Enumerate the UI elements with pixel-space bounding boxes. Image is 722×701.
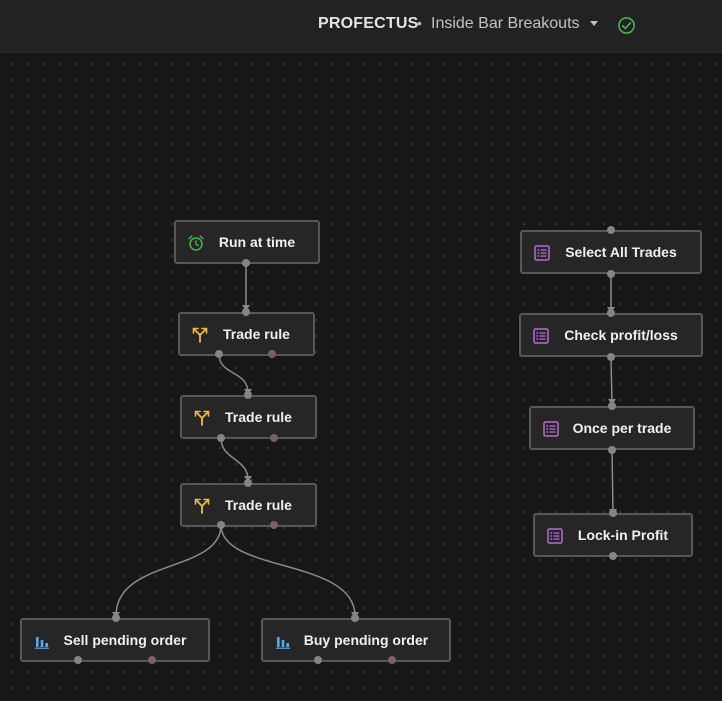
input-port[interactable] (607, 226, 615, 234)
output-port[interactable] (607, 270, 615, 278)
brand-name: PROFECTUS (318, 15, 419, 32)
node-label: Lock-in Profit (577, 527, 669, 543)
node-label: Buy pending order (303, 632, 429, 648)
output-port[interactable] (607, 353, 615, 361)
edge-rule3-to-sell (115, 524, 222, 617)
strategy-editor: PROFECTUS • Inside Bar Breakouts Run at … (0, 0, 722, 701)
node-run-at-time[interactable]: Run at time (174, 220, 320, 264)
output-port-false[interactable] (270, 434, 278, 442)
output-port-true[interactable] (215, 350, 223, 358)
bar-chart-icon (35, 637, 49, 649)
strategy-name[interactable]: Inside Bar Breakouts (431, 15, 580, 33)
output-port-true[interactable] (217, 521, 225, 529)
edge-rule1-to-rule2 (218, 353, 249, 394)
list-icon (547, 528, 563, 544)
input-port[interactable] (609, 509, 617, 517)
top-bar: PROFECTUS • Inside Bar Breakouts (0, 0, 722, 53)
fork-icon (194, 498, 210, 514)
input-port[interactable] (608, 402, 616, 410)
node-trade-rule-3[interactable]: Trade rule (180, 483, 317, 527)
node-sell-pending-order[interactable]: Sell pending order (20, 618, 210, 662)
list-icon (533, 328, 549, 344)
node-select-all-trades[interactable]: Select All Trades (520, 230, 702, 274)
edge-check-to-once (610, 358, 613, 404)
node-lock-in-profit[interactable]: Lock-in Profit (533, 513, 693, 557)
list-icon (543, 421, 559, 437)
input-port[interactable] (607, 309, 615, 317)
title-separator: • (417, 15, 422, 31)
node-once-per-trade[interactable]: Once per trade (529, 406, 695, 450)
output-port[interactable] (609, 552, 617, 560)
output-port[interactable] (608, 446, 616, 454)
fork-icon (192, 327, 208, 343)
alarm-clock-icon (188, 235, 204, 251)
node-trade-rule-1[interactable]: Trade rule (178, 312, 315, 356)
output-port-false[interactable] (268, 350, 276, 358)
output-port[interactable] (314, 656, 322, 664)
input-port[interactable] (242, 308, 250, 316)
node-label: Check profit/loss (564, 327, 678, 343)
node-label: Trade rule (223, 326, 290, 342)
output-port-secondary[interactable] (388, 656, 396, 664)
node-label: Trade rule (225, 497, 292, 513)
edge-rule2-to-rule3 (220, 437, 249, 481)
node-label: Trade rule (225, 409, 292, 425)
node-label: Once per trade (572, 420, 672, 436)
input-port[interactable] (244, 391, 252, 399)
output-port[interactable] (74, 656, 82, 664)
edge-rule3-to-buy (220, 524, 356, 617)
connections-layer (112, 263, 617, 618)
check-circle-icon (618, 17, 635, 34)
chevron-down-icon[interactable] (590, 21, 598, 26)
list-icon (534, 245, 550, 261)
flow-canvas[interactable]: Run at time Trade rule Trade rule Trade … (0, 53, 722, 701)
input-port[interactable] (112, 614, 120, 622)
node-buy-pending-order[interactable]: Buy pending order (261, 618, 451, 662)
input-port[interactable] (244, 479, 252, 487)
input-port[interactable] (351, 614, 359, 622)
output-port-secondary[interactable] (148, 656, 156, 664)
edge-once-to-lock (611, 448, 614, 514)
node-label: Sell pending order (63, 632, 187, 648)
node-label: Select All Trades (565, 244, 677, 260)
output-port[interactable] (242, 259, 250, 267)
node-label: Run at time (218, 234, 296, 250)
bar-chart-icon (276, 637, 290, 649)
node-check-profit-loss[interactable]: Check profit/loss (519, 313, 703, 357)
fork-icon (194, 410, 210, 426)
output-port-false[interactable] (270, 521, 278, 529)
node-trade-rule-2[interactable]: Trade rule (180, 395, 317, 439)
output-port-true[interactable] (217, 434, 225, 442)
